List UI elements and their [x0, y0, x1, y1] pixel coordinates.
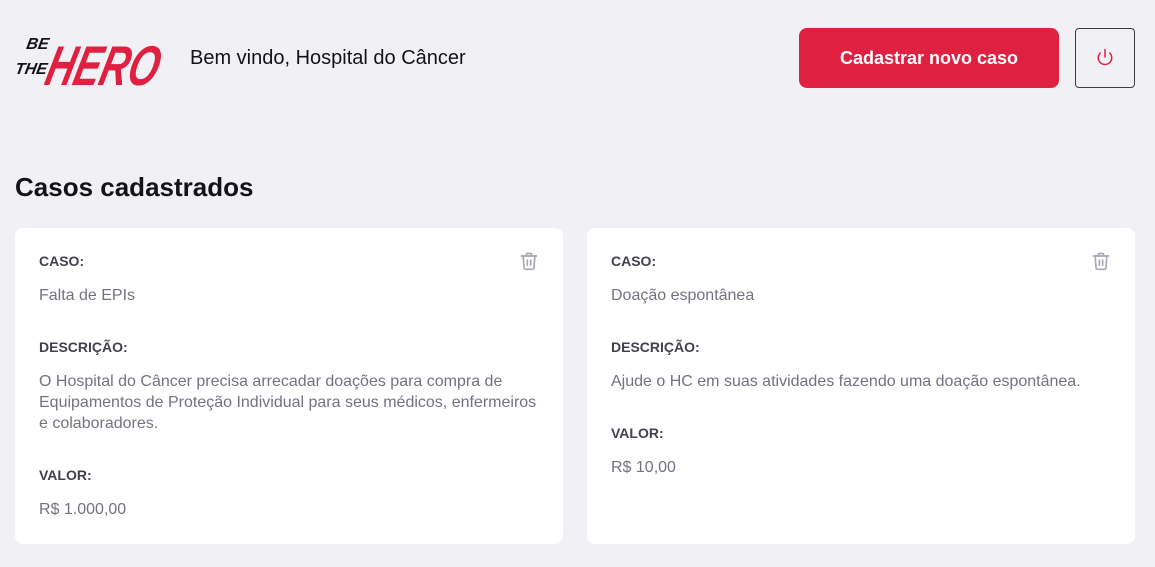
case-label: CASO: — [611, 253, 657, 269]
value-label: VALOR: — [611, 425, 664, 441]
case-description: Ajude o HC em suas atividades fazendo um… — [611, 373, 1081, 390]
case-card: CASO: Doação espontânea DESCRIÇÃO: Ajude… — [587, 228, 1135, 544]
delete-case-button[interactable] — [1090, 251, 1112, 273]
new-case-button[interactable]: Cadastrar novo caso — [799, 28, 1059, 88]
description-label: DESCRIÇÃO: — [39, 339, 128, 355]
logout-button[interactable] — [1075, 28, 1135, 88]
case-title: Doação espontânea — [611, 287, 755, 304]
be-the-hero-logo: BE THE HERO — [14, 25, 168, 91]
welcome-message: Bem vindo, Hospital do Câncer — [190, 47, 466, 69]
case-label: CASO: — [39, 253, 85, 269]
case-card: CASO: Falta de EPIs DESCRIÇÃO: O Hospita… — [15, 228, 563, 544]
power-icon — [1096, 48, 1114, 69]
case-description: O Hospital do Câncer precisa arrecadar d… — [39, 373, 537, 432]
trash-icon — [1091, 251, 1111, 274]
description-label: DESCRIÇÃO: — [611, 339, 700, 355]
page-title: Casos cadastrados — [15, 172, 254, 202]
svg-text:HERO: HERO — [40, 36, 167, 91]
case-value: R$ 10,00 — [611, 459, 676, 476]
delete-case-button[interactable] — [518, 251, 540, 273]
svg-text:BE: BE — [25, 35, 52, 53]
trash-icon — [519, 251, 539, 274]
case-value: R$ 1.000,00 — [39, 501, 127, 518]
app-header: BE THE HERO Bem vindo, Hospital do Cânce… — [0, 0, 1155, 120]
value-label: VALOR: — [39, 467, 92, 483]
case-title: Falta de EPIs — [39, 287, 136, 304]
